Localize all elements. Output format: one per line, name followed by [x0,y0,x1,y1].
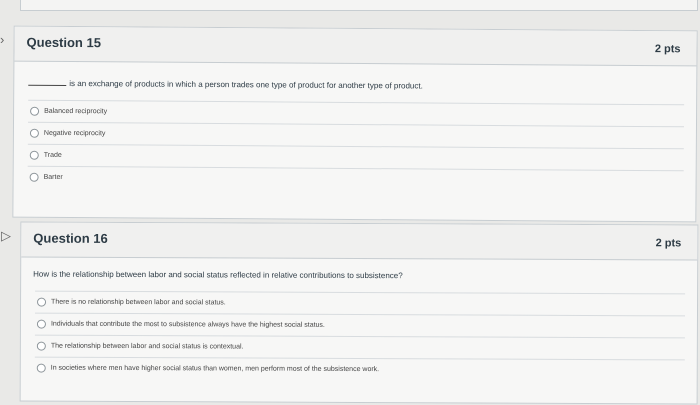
question-prompt: is an exchange of products in which a pe… [28,79,423,91]
answer-list: There is no relationship between labor a… [34,290,686,382]
answer-option[interactable]: There is no relationship between labor a… [34,290,686,316]
question-16-card: Question 16 2 pts How is the relationshi… [19,221,699,405]
question-title: Question 16 [33,230,108,246]
answer-list: Balanced reciprocity Negative reciprocit… [27,99,685,193]
answer-option[interactable]: In societies where men have higher socia… [34,356,685,382]
question-header: Question 15 2 pts [14,26,697,67]
question-15-card: Question 15 2 pts is an exchange of prod… [12,25,698,223]
question-prompt-text: is an exchange of products in which a pe… [69,79,423,91]
answer-label: Balanced reciprocity [44,107,108,116]
question-points: 2 pts [655,237,682,250]
answer-label: Individuals that contribute the most to … [50,320,325,329]
radio-button[interactable] [29,150,39,160]
fill-in-blank [28,84,67,86]
previous-question-card-edge [20,0,698,11]
radio-button[interactable] [36,341,46,351]
answer-label: Barter [43,173,63,181]
answer-option[interactable]: The relationship between labor and socia… [34,334,685,360]
answer-option[interactable]: Barter [27,165,684,193]
radio-button[interactable] [30,106,40,116]
question-points: 2 pts [654,43,681,56]
answer-label: There is no relationship between labor a… [51,298,226,307]
answer-option[interactable]: Individuals that contribute the most to … [34,312,685,338]
radio-button[interactable] [29,172,39,182]
answer-label: Negative reciprocity [43,129,106,138]
question-header: Question 16 2 pts [21,222,698,261]
radio-button[interactable] [29,128,39,138]
answer-label: The relationship between labor and socia… [50,342,244,351]
radio-button[interactable] [37,297,47,307]
question-title: Question 15 [26,34,102,51]
bookmark-icon[interactable]: › [0,33,4,46]
flag-icon[interactable]: ▷ [1,229,11,242]
answer-label: Trade [43,151,62,159]
question-prompt: How is the relationship between labor an… [33,269,403,281]
radio-button[interactable] [36,363,46,373]
radio-button[interactable] [36,319,46,329]
answer-label: In societies where men have higher socia… [50,364,380,374]
